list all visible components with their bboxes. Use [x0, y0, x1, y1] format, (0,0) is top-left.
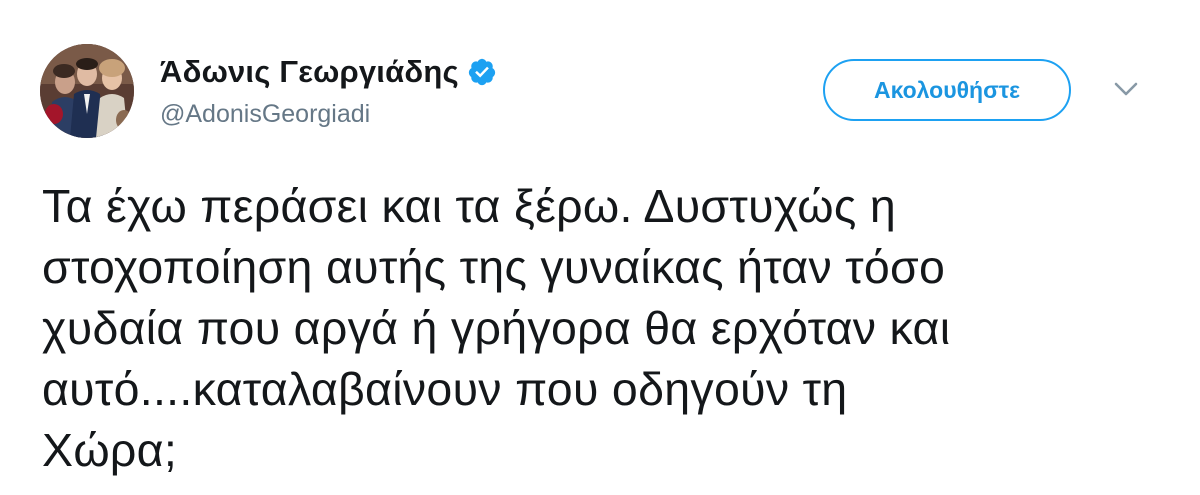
verified-badge-icon — [468, 58, 495, 86]
follow-button[interactable]: Ακολουθήστε — [823, 59, 1071, 121]
chevron-down-icon[interactable] — [1113, 80, 1139, 98]
tweet-text-line: χυδαία που αργά ή γρήγορα θα ερχόταν και — [42, 302, 951, 354]
author-name-row[interactable]: Άδωνις Γεωργιάδης — [160, 52, 497, 92]
tweet-text-line: αυτό....καταλαβαίνουν που οδηγούν τη — [42, 363, 848, 415]
tweet-card: Άδωνις Γεωργιάδης @AdonisGeorgiadi Ακολο… — [0, 0, 1200, 495]
tweet-text: Τα έχω περάσει και τα ξέρω. Δυστυχώς η σ… — [42, 176, 1162, 481]
tweet-text-line: Τα έχω περάσει και τα ξέρω. Δυστυχώς η — [42, 180, 896, 232]
display-name[interactable]: Άδωνις Γεωργιάδης — [160, 52, 459, 92]
tweet-text-line: Χώρα; — [42, 424, 178, 476]
author-handle[interactable]: @AdonisGeorgiadi — [160, 98, 370, 130]
avatar[interactable] — [40, 44, 134, 138]
tweet-text-line: στοχοποίηση αυτής της γυναίκας ήταν τόσο — [42, 241, 946, 293]
profile-photo-icon — [40, 44, 134, 138]
